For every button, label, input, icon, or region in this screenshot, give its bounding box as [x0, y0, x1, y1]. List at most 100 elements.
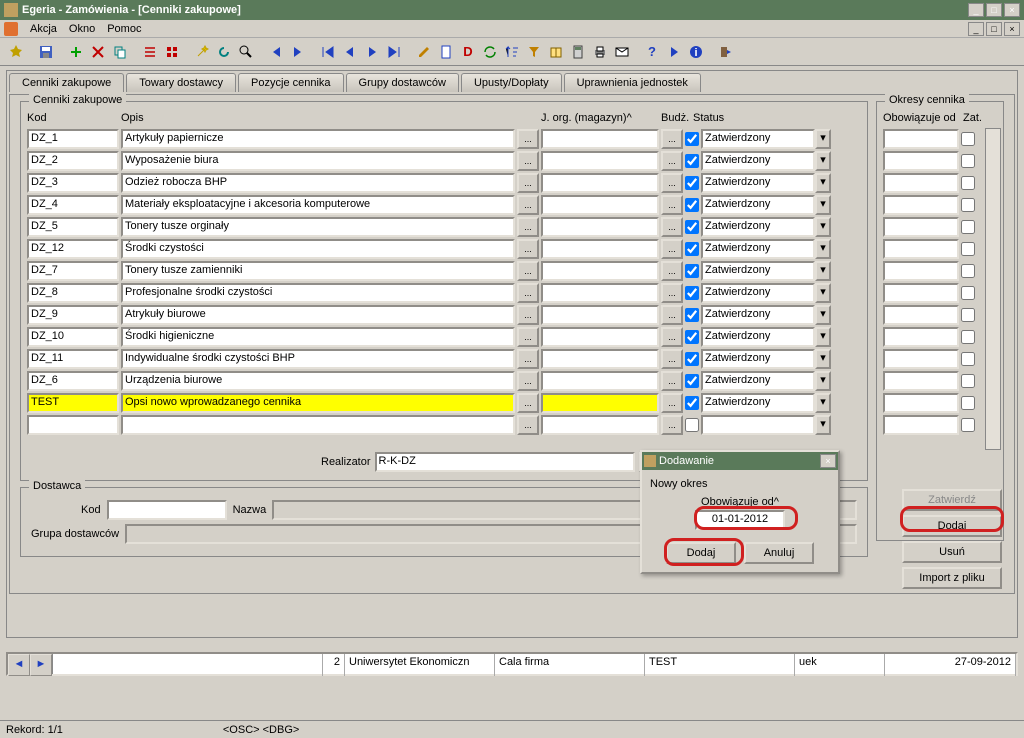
cell-kod[interactable]: DZ_11: [27, 349, 119, 369]
okresy-zat-check[interactable]: [961, 154, 975, 168]
minimize-button[interactable]: _: [968, 3, 984, 17]
sg-prev[interactable]: ◄: [8, 654, 30, 676]
close-button[interactable]: ×: [1004, 3, 1020, 17]
okresy-date[interactable]: [883, 195, 959, 215]
cell-org[interactable]: [541, 393, 659, 413]
budz-check[interactable]: [685, 132, 699, 146]
okresy-row[interactable]: [883, 216, 975, 238]
okresy-zat-check[interactable]: [961, 418, 975, 432]
kod-field[interactable]: [107, 500, 227, 520]
okresy-date[interactable]: [883, 283, 959, 303]
status-dropdown[interactable]: ▾: [815, 217, 831, 237]
okresy-date[interactable]: [883, 151, 959, 171]
cell-opis[interactable]: Artykuły papiernicze: [121, 129, 515, 149]
okresy-row[interactable]: [883, 348, 975, 370]
table-row[interactable]: ......▾: [27, 414, 861, 436]
budz-check[interactable]: [685, 396, 699, 410]
copy-icon[interactable]: [110, 42, 130, 62]
org-lookup-btn[interactable]: ...: [661, 239, 683, 259]
help-icon[interactable]: ?: [642, 42, 662, 62]
table-row[interactable]: DZ_1Artykuły papiernicze......Zatwierdzo…: [27, 128, 861, 150]
okresy-row[interactable]: [883, 370, 975, 392]
tab-cenniki[interactable]: Cenniki zakupowe: [9, 73, 124, 92]
status-dropdown[interactable]: ▾: [815, 151, 831, 171]
exit-icon[interactable]: [716, 42, 736, 62]
lookup-btn[interactable]: ...: [517, 283, 539, 303]
cell-kod[interactable]: DZ_9: [27, 305, 119, 325]
grid-icon[interactable]: [162, 42, 182, 62]
org-lookup-btn[interactable]: ...: [661, 261, 683, 281]
status-cell[interactable]: Zatwierdzony: [701, 129, 815, 149]
status-cell[interactable]: Zatwierdzony: [701, 195, 815, 215]
org-lookup-btn[interactable]: ...: [661, 173, 683, 193]
status-cell[interactable]: Zatwierdzony: [701, 173, 815, 193]
status-dropdown[interactable]: ▾: [815, 129, 831, 149]
rec-last-icon[interactable]: [384, 42, 404, 62]
status-dropdown[interactable]: ▾: [815, 327, 831, 347]
status-dropdown[interactable]: ▾: [815, 371, 831, 391]
lookup-btn[interactable]: ...: [517, 239, 539, 259]
okresy-date[interactable]: [883, 173, 959, 193]
cell-org[interactable]: [541, 239, 659, 259]
cell-opis[interactable]: Opsi nowo wprowadzanego cennika: [121, 393, 515, 413]
org-lookup-btn[interactable]: ...: [661, 195, 683, 215]
lookup-btn[interactable]: ...: [517, 173, 539, 193]
calc-icon[interactable]: [568, 42, 588, 62]
dialog-dodaj-button[interactable]: Dodaj: [666, 542, 736, 564]
cell-org[interactable]: [541, 371, 659, 391]
zatwierdz-button[interactable]: Zatwierdź: [902, 489, 1002, 511]
lookup-btn[interactable]: ...: [517, 195, 539, 215]
cell-opis[interactable]: Tonery tusze orginały: [121, 217, 515, 237]
cell-opis[interactable]: Wyposażenie biura: [121, 151, 515, 171]
budz-check[interactable]: [685, 264, 699, 278]
cell-opis[interactable]: Profesjonalne środki czystości: [121, 283, 515, 303]
status-cell[interactable]: Zatwierdzony: [701, 151, 815, 171]
cell-kod[interactable]: DZ_6: [27, 371, 119, 391]
nav-first-icon[interactable]: [266, 42, 286, 62]
cell-kod[interactable]: DZ_2: [27, 151, 119, 171]
search-icon[interactable]: [236, 42, 256, 62]
status-dropdown[interactable]: ▾: [815, 283, 831, 303]
usun-button[interactable]: Usuń: [902, 541, 1002, 563]
okresy-row[interactable]: [883, 172, 975, 194]
org-lookup-btn[interactable]: ...: [661, 151, 683, 171]
budz-check[interactable]: [685, 330, 699, 344]
okresy-zat-check[interactable]: [961, 198, 975, 212]
okresy-date[interactable]: [883, 239, 959, 259]
table-row[interactable]: DZ_11Indywidualne środki czystości BHP..…: [27, 348, 861, 370]
okresy-date[interactable]: [883, 327, 959, 347]
cell-opis[interactable]: Materiały eksploatacyjne i akcesoria kom…: [121, 195, 515, 215]
sync-icon[interactable]: [480, 42, 500, 62]
okresy-date[interactable]: [883, 217, 959, 237]
org-lookup-btn[interactable]: ...: [661, 393, 683, 413]
status-cell[interactable]: Zatwierdzony: [701, 239, 815, 259]
mail-icon[interactable]: [612, 42, 632, 62]
org-lookup-btn[interactable]: ...: [661, 305, 683, 325]
delete-icon[interactable]: [88, 42, 108, 62]
cell-kod[interactable]: DZ_7: [27, 261, 119, 281]
refresh-icon[interactable]: [214, 42, 234, 62]
tab-pozycje[interactable]: Pozycje cennika: [238, 73, 344, 92]
cell-org[interactable]: [541, 349, 659, 369]
okresy-zat-check[interactable]: [961, 352, 975, 366]
lookup-btn[interactable]: ...: [517, 261, 539, 281]
lookup-btn[interactable]: ...: [517, 349, 539, 369]
cell-opis[interactable]: Atrykuły biurowe: [121, 305, 515, 325]
table-row[interactable]: DZ_6Urządzenia biurowe......Zatwierdzony…: [27, 370, 861, 392]
cell-kod[interactable]: TEST: [27, 393, 119, 413]
import-button[interactable]: Import z pliku: [902, 567, 1002, 589]
table-row[interactable]: DZ_12Środki czystości......Zatwierdzony▾: [27, 238, 861, 260]
dialog-date-field[interactable]: 01-01-2012: [695, 510, 785, 530]
okresy-date[interactable]: [883, 129, 959, 149]
okresy-row[interactable]: [883, 238, 975, 260]
cell-kod[interactable]: DZ_3: [27, 173, 119, 193]
nav-prev-icon[interactable]: [288, 42, 308, 62]
okresy-date[interactable]: [883, 371, 959, 391]
budz-check[interactable]: [685, 308, 699, 322]
budz-check[interactable]: [685, 220, 699, 234]
okresy-row[interactable]: [883, 304, 975, 326]
cell-org[interactable]: [541, 283, 659, 303]
okresy-zat-check[interactable]: [961, 264, 975, 278]
doc-icon[interactable]: [436, 42, 456, 62]
budz-check[interactable]: [685, 198, 699, 212]
